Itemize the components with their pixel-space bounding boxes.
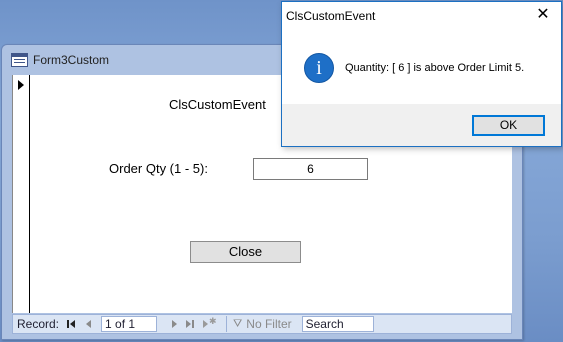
next-record-icon[interactable]	[167, 317, 181, 331]
order-qty-input[interactable]	[253, 158, 368, 180]
record-label: Record:	[17, 317, 60, 331]
close-button[interactable]: Close	[190, 241, 301, 263]
current-record-arrow-icon	[18, 80, 24, 90]
filter-icon: ⛛	[233, 317, 243, 330]
form-heading: ClsCustomEvent	[169, 97, 266, 112]
close-icon[interactable]: ✕	[535, 7, 551, 23]
record-position-input[interactable]: 1 of 1	[101, 316, 158, 332]
record-navigation-bar: Record: 1 of 1 ⛛ No Filter Search	[12, 314, 512, 334]
form-title: Form3Custom	[33, 53, 110, 67]
ok-button[interactable]: OK	[472, 115, 545, 136]
dialog-body: i Quantity: [ 6 ] is above Order Limit 5…	[282, 30, 561, 106]
filter-label: No Filter	[246, 317, 292, 331]
filter-toggle[interactable]: ⛛ No Filter	[233, 317, 292, 331]
new-record-icon[interactable]	[201, 316, 217, 331]
message-dialog: ClsCustomEvent ✕ i Quantity: [ 6 ] is ab…	[281, 1, 562, 147]
record-selector[interactable]	[13, 75, 30, 313]
dialog-title: ClsCustomEvent	[286, 9, 376, 23]
dialog-footer: OK	[282, 104, 561, 146]
last-record-icon[interactable]	[184, 317, 198, 331]
info-icon: i	[304, 53, 334, 83]
dialog-titlebar[interactable]: ClsCustomEvent ✕	[282, 2, 561, 30]
nav-divider	[226, 316, 228, 332]
first-record-icon[interactable]	[65, 317, 79, 331]
previous-record-icon[interactable]	[82, 317, 96, 331]
order-qty-label: Order Qty (1 - 5):	[109, 161, 208, 176]
form-icon	[11, 53, 28, 67]
search-input[interactable]: Search	[301, 316, 374, 332]
dialog-message: Quantity: [ 6 ] is above Order Limit 5.	[345, 62, 525, 74]
